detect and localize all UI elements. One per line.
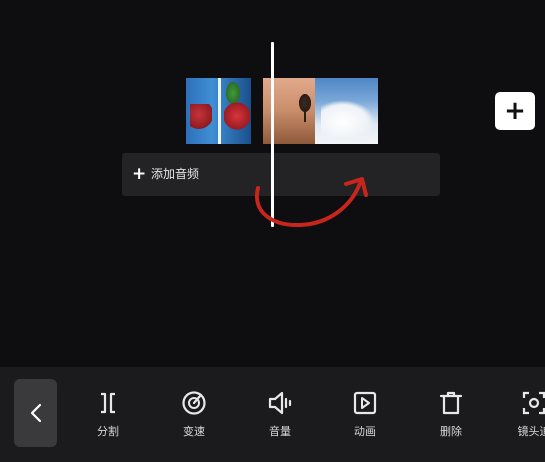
clip-thumbnail-cloud [321, 100, 375, 140]
animation-button[interactable]: 动画 [335, 389, 395, 445]
animation-icon [353, 391, 377, 415]
split-icon [101, 392, 115, 414]
video-editor-screen: + 添加音频 + 分割 变速 音量 动画 删除 镜头 [0, 0, 545, 462]
trash-icon [439, 391, 463, 415]
add-clip-button[interactable]: + [495, 92, 535, 130]
add-audio-label: 添加音频 [151, 167, 200, 181]
delete-label: 删除 [440, 425, 462, 438]
volume-label: 音量 [269, 425, 291, 438]
volume-icon [268, 391, 292, 415]
speed-label: 变速 [183, 425, 205, 438]
camera-track-label: 镜头追 [517, 425, 545, 438]
back-button[interactable] [14, 379, 57, 447]
clip-thumbnail-rose-left [190, 104, 212, 130]
add-audio-button[interactable]: + 添加音频 [122, 153, 440, 196]
playhead[interactable] [271, 42, 274, 227]
video-clip-landscape[interactable] [263, 78, 378, 144]
camera-track-icon [522, 391, 545, 415]
bottom-toolbar: 分割 变速 音量 动画 删除 镜头 [0, 367, 545, 462]
split-label: 分割 [97, 425, 119, 438]
delete-button[interactable]: 删除 [421, 389, 481, 445]
animation-label: 动画 [354, 425, 376, 438]
video-clip-rose[interactable] [186, 78, 251, 144]
chevron-left-icon [30, 403, 41, 423]
camera-track-button[interactable]: 镜头追 [504, 389, 545, 445]
speed-icon [182, 391, 206, 415]
clip-thumbnail-rose-right [224, 102, 250, 130]
clip-thumbnail-trunk [304, 108, 306, 122]
clip-thumbnail-leaf [226, 82, 240, 104]
plus-icon: + [132, 164, 147, 184]
speed-button[interactable]: 变速 [164, 389, 224, 445]
plus-icon: + [504, 96, 526, 126]
split-button[interactable]: 分割 [78, 389, 138, 445]
volume-button[interactable]: 音量 [250, 389, 310, 445]
clip-thumbnail-divider [218, 78, 221, 144]
